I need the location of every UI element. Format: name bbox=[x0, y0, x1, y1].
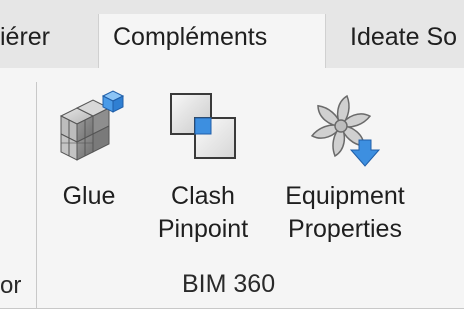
clash-pinpoint-button[interactable]: Clash Pinpoint bbox=[142, 88, 264, 246]
below-ribbon-area bbox=[0, 309, 464, 326]
equipment-properties-label-line1: Equipment bbox=[285, 182, 405, 210]
glue-label: Glue bbox=[62, 182, 116, 210]
equipment-properties-button[interactable]: Equipment Properties bbox=[268, 88, 422, 246]
panel-title-bim360: BIM 360 bbox=[182, 270, 276, 298]
tab-gerer[interactable]: iérer bbox=[0, 22, 70, 52]
cubes-icon bbox=[59, 90, 125, 161]
overlapping-squares-icon bbox=[170, 93, 236, 159]
tab-complements[interactable]: Compléments bbox=[113, 22, 267, 52]
previous-panel-label: or bbox=[0, 272, 22, 299]
equipment-properties-label-line2: Properties bbox=[288, 215, 402, 243]
tab-ideate-software[interactable]: Ideate So bbox=[350, 22, 464, 52]
clash-pinpoint-label-line2: Pinpoint bbox=[157, 215, 249, 243]
clash-pinpoint-label-line1: Clash bbox=[171, 182, 235, 210]
fan-icon bbox=[310, 94, 381, 167]
glue-button[interactable]: Glue bbox=[46, 88, 132, 213]
panel-separator bbox=[36, 82, 37, 308]
